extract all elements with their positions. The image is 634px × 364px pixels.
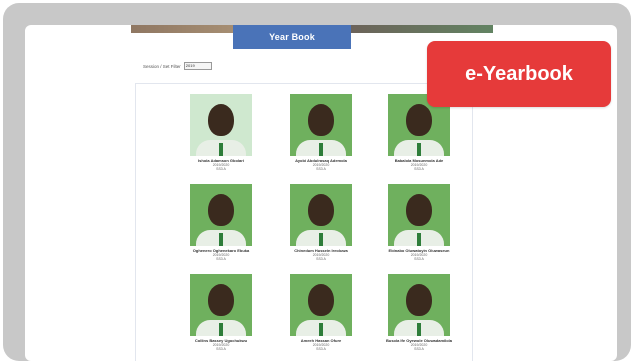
student-grid: Ishola Adamson Gbolari 2019/2020 SS3 A Ayob… xyxy=(135,83,473,361)
student-photo xyxy=(190,94,252,156)
student-class: SS3 A xyxy=(316,167,326,171)
student-card[interactable]: Chinedum Hussein Ireoluwa 2019/2020 SS3 A xyxy=(284,184,358,261)
student-class: SS3 A xyxy=(414,347,424,351)
student-photo xyxy=(190,184,252,246)
student-card[interactable]: Ameeh Hassan Ofure 2019/2020 SS3 A xyxy=(284,274,358,351)
student-photo xyxy=(190,274,252,336)
student-class: SS3 A xyxy=(216,257,226,261)
e-yearbook-label: e-Yearbook xyxy=(465,62,573,85)
student-class: SS3 A xyxy=(316,347,326,351)
student-class: SS3 A xyxy=(316,257,326,261)
session-select[interactable]: 2019 xyxy=(183,62,212,70)
student-card[interactable]: Ishola Adamson Gbolari 2019/2020 SS3 A xyxy=(184,94,258,171)
student-photo xyxy=(388,184,450,246)
student-photo xyxy=(290,184,352,246)
student-photo xyxy=(290,94,352,156)
year-book-title: Year Book xyxy=(269,32,315,42)
student-cards: Ishola Adamson Gbolari 2019/2020 SS3 A Ayob… xyxy=(136,84,472,361)
student-card[interactable]: Ayobi Abdulrasaq Ademola 2019/2020 SS3 A xyxy=(284,94,358,171)
student-class: SS3 A xyxy=(414,167,424,171)
student-class: SS3 A xyxy=(216,167,226,171)
e-yearbook-badge: e-Yearbook xyxy=(427,41,611,107)
student-card[interactable]: Oghenero Oghenekaro Ebuka 2019/2020 SS3 A xyxy=(184,184,258,261)
student-class: SS3 A xyxy=(414,257,424,261)
student-class: SS3 A xyxy=(216,347,226,351)
filter-label: Session / Set Filter xyxy=(143,63,181,69)
student-card[interactable]: Ebinabo Oluwatoyin Oluwaseun 2019/2020 SS3… xyxy=(382,184,456,261)
year-book-banner: Year Book xyxy=(233,25,351,49)
filter-row: Session / Set Filter 2019 xyxy=(143,61,212,71)
student-card[interactable]: Busola Ife Oyewole Oluwadamilola 2019/202… xyxy=(382,274,456,351)
student-photo xyxy=(290,274,352,336)
student-card[interactable]: Collins Bassey Ugochukwu 2019/2020 SS3 A xyxy=(184,274,258,351)
student-photo xyxy=(388,274,450,336)
screenshot-frame: Year Book Session / Set Filter 2019 Isho… xyxy=(3,3,631,361)
